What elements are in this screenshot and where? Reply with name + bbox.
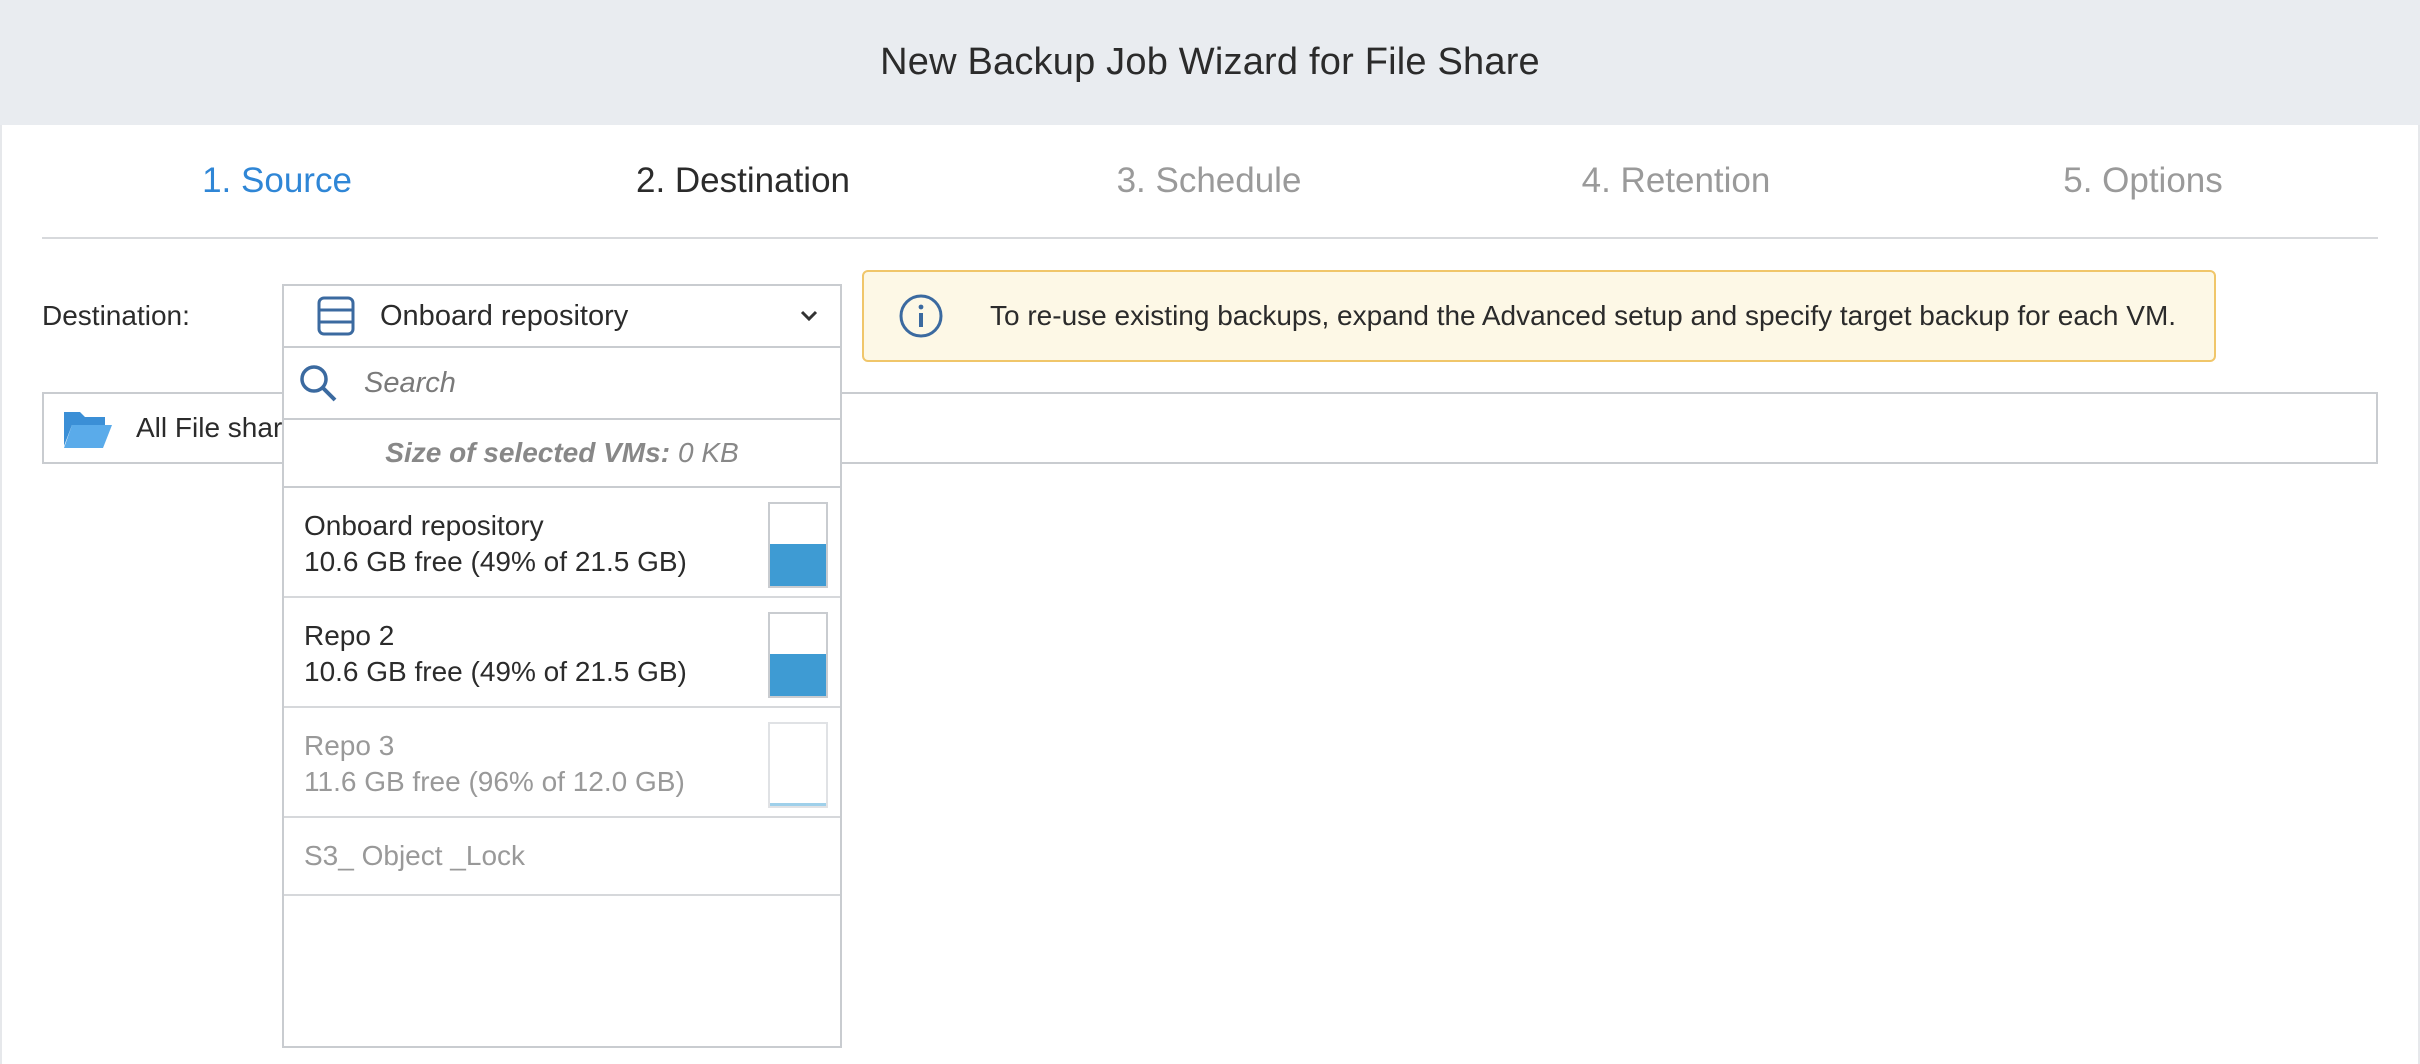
storage-gauge [768, 502, 828, 588]
repo-free-space: 10.6 GB free (49% of 21.5 GB) [304, 656, 687, 687]
step-retention[interactable]: 4. Retention [1582, 161, 1771, 201]
search-icon [300, 365, 337, 402]
info-text: To re-use existing backups, expand the A… [990, 300, 2177, 331]
repo-name: S3_ Object _Lock [304, 840, 526, 871]
repo-free-space: 10.6 GB free (49% of 21.5 GB) [304, 546, 687, 577]
dropdown-search [284, 348, 840, 420]
storage-gauge-fill [770, 544, 826, 586]
size-label: Size of selected VMs: [385, 437, 671, 468]
destination-selected-value: Onboard repository [380, 299, 629, 332]
storage-gauge-fill [770, 654, 826, 696]
search-input[interactable] [364, 366, 784, 400]
repo-name: Repo 3 [304, 730, 395, 761]
info-icon [899, 294, 943, 338]
repo-free-space: 11.6 GB free (96% of 12.0 GB) [304, 766, 685, 797]
repo-option-repo-2[interactable]: Repo 2 10.6 GB free (49% of 21.5 GB) [284, 598, 840, 708]
storage-gauge [768, 612, 828, 698]
destination-dropdown: Size of selected VMs: 0 KB Onboard repos… [282, 348, 842, 1048]
repo-name: Repo 2 [304, 620, 395, 651]
storage-gauge [768, 722, 828, 808]
repository-icon [316, 296, 356, 336]
open-folder-icon [64, 412, 112, 448]
wizard-steps: 1. Source 2. Destination 3. Schedule 4. … [42, 125, 2378, 239]
step-source[interactable]: 1. Source [202, 161, 352, 201]
repo-option-s3-object-lock: S3_ Object _Lock [284, 818, 840, 896]
repo-option-repo-3: Repo 3 11.6 GB free (96% of 12.0 GB) [284, 708, 840, 818]
size-value: 0 KB [678, 437, 739, 468]
step-schedule[interactable]: 3. Schedule [1117, 161, 1302, 201]
selected-size-row: Size of selected VMs: 0 KB [284, 420, 840, 488]
repo-option-onboard[interactable]: Onboard repository 10.6 GB free (49% of … [284, 488, 840, 598]
destination-label: Destination: [42, 300, 190, 331]
storage-gauge-fill [770, 802, 826, 806]
wizard-title: New Backup Job Wizard for File Share [880, 41, 1540, 83]
tree-item-label: All File share [136, 412, 298, 443]
title-bar: New Backup Job Wizard for File Share [0, 0, 2420, 125]
step-destination[interactable]: 2. Destination [636, 161, 850, 201]
repo-name: Onboard repository [304, 510, 544, 541]
step-options[interactable]: 5. Options [2063, 161, 2223, 201]
destination-select[interactable]: Onboard repository [282, 284, 842, 348]
info-banner: To re-use existing backups, expand the A… [862, 270, 2216, 362]
chevron-down-icon[interactable] [794, 301, 824, 331]
